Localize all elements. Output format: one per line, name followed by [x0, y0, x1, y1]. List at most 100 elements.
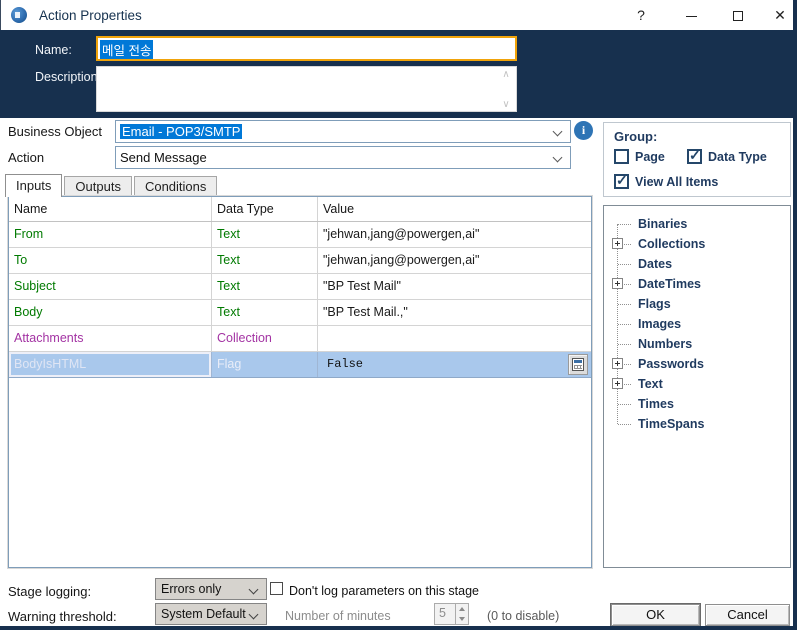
- maximize-icon: [733, 11, 743, 22]
- tab-conditions[interactable]: Conditions: [133, 176, 218, 197]
- scroll-up-icon[interactable]: ∧: [502, 69, 509, 80]
- checkbox-data-type-box[interactable]: [687, 147, 702, 164]
- table-header-row: Name Data Type Value: [9, 197, 591, 222]
- cell-value[interactable]: "jehwan,jang@powergen,ai": [318, 248, 591, 273]
- calculator-icon: [572, 358, 584, 371]
- window-bottom-border: [0, 626, 797, 630]
- tree-item-label: Collections: [638, 237, 706, 251]
- disable-hint: (0 to disable): [487, 609, 560, 623]
- close-button[interactable]: ✕: [765, 0, 795, 30]
- description-input[interactable]: ∧ ∨: [96, 66, 517, 112]
- group-title: Group:: [614, 129, 658, 144]
- tree-item-datetimes[interactable]: DateTimes: [604, 274, 790, 294]
- checkbox-view-all-items-label: View All Items: [635, 175, 719, 189]
- stage-logging-label: Stage logging:: [8, 584, 92, 599]
- minutes-spinner[interactable]: 5: [434, 603, 469, 625]
- spinner-down-icon[interactable]: [459, 617, 465, 621]
- blueprism-action-icon: [11, 7, 27, 23]
- cell-name-editing[interactable]: BodyIsHTML: [9, 352, 212, 377]
- expression-editor-button[interactable]: [568, 354, 588, 375]
- inputs-table: Name Data Type Value From Text "jehwan,j…: [8, 196, 592, 568]
- table-row-from[interactable]: From Text "jehwan,jang@powergen,ai": [9, 222, 591, 248]
- window-title: Action Properties: [39, 8, 142, 23]
- help-button[interactable]: ?: [626, 0, 656, 30]
- cell-name[interactable]: To: [9, 248, 212, 273]
- column-header-value[interactable]: Value: [318, 197, 591, 221]
- business-object-label: Business Object: [8, 124, 102, 139]
- spinner-up-icon[interactable]: [459, 607, 465, 611]
- name-input[interactable]: 메일 전송: [96, 36, 517, 61]
- tree-item-timespans[interactable]: TimeSpans: [604, 414, 790, 434]
- table-row-to[interactable]: To Text "jehwan,jang@powergen,ai": [9, 248, 591, 274]
- chevron-down-icon[interactable]: [248, 584, 259, 595]
- business-object-value: Email - POP3/SMTP: [120, 124, 243, 139]
- cell-datatype: Text: [212, 248, 318, 273]
- dont-log-checkbox[interactable]: [270, 582, 283, 595]
- chevron-down-icon[interactable]: [552, 152, 563, 163]
- tree-item-label: Numbers: [638, 337, 693, 351]
- cell-value[interactable]: "jehwan,jang@powergen,ai": [318, 222, 591, 247]
- cell-name[interactable]: Body: [9, 300, 212, 325]
- stage-logging-dropdown[interactable]: Errors only: [155, 578, 267, 600]
- tree-item-binaries[interactable]: Binaries: [604, 214, 790, 234]
- scroll-down-icon[interactable]: ∨: [499, 99, 513, 110]
- table-row-bodyishtml[interactable]: BodyIsHTML Flag False: [9, 352, 591, 378]
- tab-outputs[interactable]: Outputs: [64, 176, 132, 197]
- tree-item-text[interactable]: Text: [604, 374, 790, 394]
- cell-name[interactable]: Attachments: [9, 326, 212, 351]
- info-icon[interactable]: i: [574, 121, 593, 140]
- tree-item-label: Times: [638, 397, 674, 411]
- table-row-subject[interactable]: Subject Text "BP Test Mail": [9, 274, 591, 300]
- expand-plus-icon[interactable]: [612, 378, 623, 389]
- cell-value[interactable]: "BP Test Mail.,": [318, 300, 591, 325]
- expand-plus-icon[interactable]: [612, 238, 623, 249]
- cell-value[interactable]: False: [318, 352, 591, 377]
- cell-name[interactable]: Subject: [9, 274, 212, 299]
- tree-item-collections[interactable]: Collections: [604, 234, 790, 254]
- ok-button[interactable]: OK: [611, 604, 700, 626]
- cell-value[interactable]: "BP Test Mail": [318, 274, 591, 299]
- warning-threshold-value: System Default: [161, 607, 246, 621]
- column-header-datatype[interactable]: Data Type: [212, 197, 318, 221]
- description-scrollbar[interactable]: ∧ ∨: [499, 69, 513, 110]
- checkbox-view-all-items-box[interactable]: [614, 172, 629, 189]
- tree-item-label: DateTimes: [638, 277, 701, 291]
- tree-item-flags[interactable]: Flags: [604, 294, 790, 314]
- tree-item-images[interactable]: Images: [604, 314, 790, 334]
- chevron-down-icon[interactable]: [552, 126, 563, 137]
- action-label: Action: [8, 150, 45, 165]
- tree-item-passwords[interactable]: Passwords: [604, 354, 790, 374]
- checkbox-page[interactable]: Page: [614, 149, 665, 164]
- tree-item-dates[interactable]: Dates: [604, 254, 790, 274]
- action-dropdown[interactable]: Send Message: [115, 146, 571, 169]
- cell-value[interactable]: [318, 326, 591, 351]
- warning-threshold-dropdown[interactable]: System Default: [155, 603, 267, 625]
- tree-item-label: Passwords: [638, 357, 705, 371]
- dont-log-label: Don't log parameters on this stage: [289, 584, 479, 598]
- chevron-down-icon[interactable]: [248, 609, 259, 620]
- minutes-value: 5: [439, 606, 446, 620]
- checkbox-view-all-items[interactable]: View All Items: [614, 172, 719, 189]
- tree-item-label: Flags: [638, 297, 671, 311]
- spinner-arrows[interactable]: [455, 604, 468, 624]
- cancel-button[interactable]: Cancel: [705, 604, 790, 626]
- maximize-button[interactable]: [723, 0, 753, 30]
- window-right-border: [793, 0, 797, 630]
- tree-item-times[interactable]: Times: [604, 394, 790, 414]
- expand-plus-icon[interactable]: [612, 358, 623, 369]
- tab-inputs[interactable]: Inputs: [5, 174, 63, 197]
- cell-name[interactable]: From: [9, 222, 212, 247]
- checkbox-page-box[interactable]: [614, 149, 629, 164]
- expand-plus-icon[interactable]: [612, 278, 623, 289]
- cell-datatype: Text: [212, 274, 318, 299]
- name-input-selected-text: 메일 전송: [100, 40, 154, 59]
- stage-logging-value: Errors only: [161, 582, 222, 596]
- column-header-name[interactable]: Name: [9, 197, 212, 221]
- minimize-button[interactable]: [676, 0, 706, 30]
- checkbox-data-type[interactable]: Data Type: [687, 147, 767, 164]
- table-row-body[interactable]: Body Text "BP Test Mail.,": [9, 300, 591, 326]
- tree-item-numbers[interactable]: Numbers: [604, 334, 790, 354]
- table-row-attachments[interactable]: Attachments Collection: [9, 326, 591, 352]
- tab-bar: Inputs Outputs Conditions: [5, 174, 219, 197]
- business-object-dropdown[interactable]: Email - POP3/SMTP: [115, 120, 571, 143]
